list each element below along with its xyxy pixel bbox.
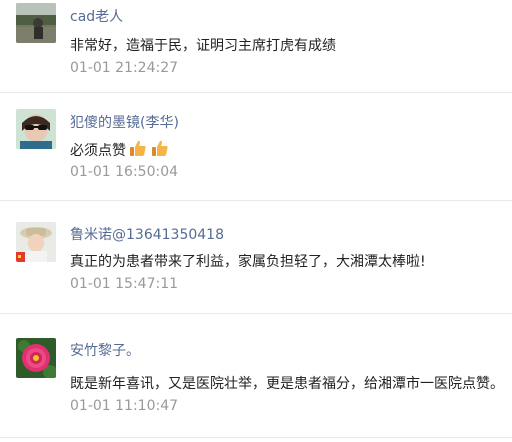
comment-body: 必须点赞 xyxy=(70,143,126,159)
comment-text: 真正的为患者带来了利益，家属负担轻了，大湘潭太棒啦! xyxy=(70,251,426,271)
thumbs-up-icon xyxy=(128,138,148,162)
avatar[interactable] xyxy=(16,338,56,378)
commenter-name[interactable]: 犯傻的墨镜(李华) xyxy=(70,112,179,132)
commenter-name[interactable]: cad老人 xyxy=(70,6,123,26)
comment-time: 01-01 15:47:11 xyxy=(70,276,179,292)
commenter-name[interactable]: 安竹黎子。 xyxy=(70,340,140,360)
comment-text: 必须点赞 xyxy=(70,138,170,162)
comment-body: 真正的为患者带来了利益，家属负担轻了，大湘潭太棒啦! xyxy=(70,254,426,270)
comment-time: 01-01 16:50:04 xyxy=(70,164,179,180)
comment-item: cad老人 非常好，造福于民，证明习主席打虎有成绩 01-01 21:24:27 xyxy=(0,0,512,93)
avatar[interactable] xyxy=(16,109,56,149)
comment-text: 非常好，造福于民，证明习主席打虎有成绩 xyxy=(70,35,336,55)
comment-item: 犯傻的墨镜(李华) 必须点赞 01-01 16:50:04 xyxy=(0,93,512,201)
comment-list: cad老人 非常好，造福于民，证明习主席打虎有成绩 01-01 21:24:27… xyxy=(0,0,512,442)
comment-body: 既是新年喜讯，又是医院壮举，更是患者福分，给湘潭市一医院点赞。 xyxy=(70,376,504,392)
comment-item: 安竹黎子。 既是新年喜讯，又是医院壮举，更是患者福分，给湘潭市一医院点赞。 01… xyxy=(0,314,512,438)
thumbs-up-icon xyxy=(150,138,170,162)
comment-time: 01-01 21:24:27 xyxy=(70,60,179,76)
commenter-name[interactable]: 鲁米诺@13641350418 xyxy=(70,224,224,244)
comment-time: 01-01 11:10:47 xyxy=(70,398,179,414)
comment-text: 既是新年喜讯，又是医院壮举，更是患者福分，给湘潭市一医院点赞。 xyxy=(70,373,504,393)
comment-item: 鲁米诺@13641350418 真正的为患者带来了利益，家属负担轻了，大湘潭太棒… xyxy=(0,201,512,314)
avatar[interactable] xyxy=(16,222,56,262)
comment-body: 非常好，造福于民，证明习主席打虎有成绩 xyxy=(70,38,336,54)
avatar[interactable] xyxy=(16,3,56,43)
